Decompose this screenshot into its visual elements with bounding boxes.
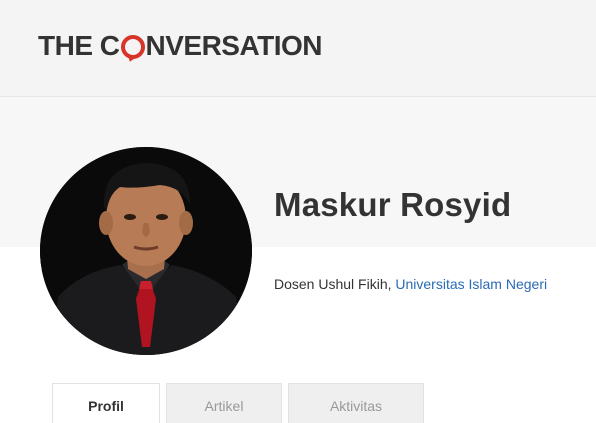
tab-profil[interactable]: Profil [52, 383, 160, 423]
logo-text-end: NVERSATION [145, 30, 323, 61]
profile-tabs: Profil Artikel Aktivitas [52, 383, 424, 423]
site-header: THE C NVERSATION [0, 0, 596, 97]
avatar [40, 147, 252, 355]
logo-text-start: THE C [38, 30, 120, 61]
tab-aktivitas[interactable]: Aktivitas [288, 383, 424, 423]
speech-bubble-icon [120, 35, 145, 59]
profile-name: Maskur Rosyid [274, 186, 512, 223]
avatar-photo [40, 147, 252, 355]
profile-bio: Dosen Ushul Fikih, Universitas Islam Neg… [274, 276, 547, 292]
affiliation-link[interactable]: Universitas Islam Negeri [395, 276, 547, 292]
profile-role: Dosen Ushul Fikih, [274, 276, 396, 292]
tab-artikel[interactable]: Artikel [166, 383, 282, 423]
site-logo[interactable]: THE C NVERSATION [38, 30, 322, 62]
